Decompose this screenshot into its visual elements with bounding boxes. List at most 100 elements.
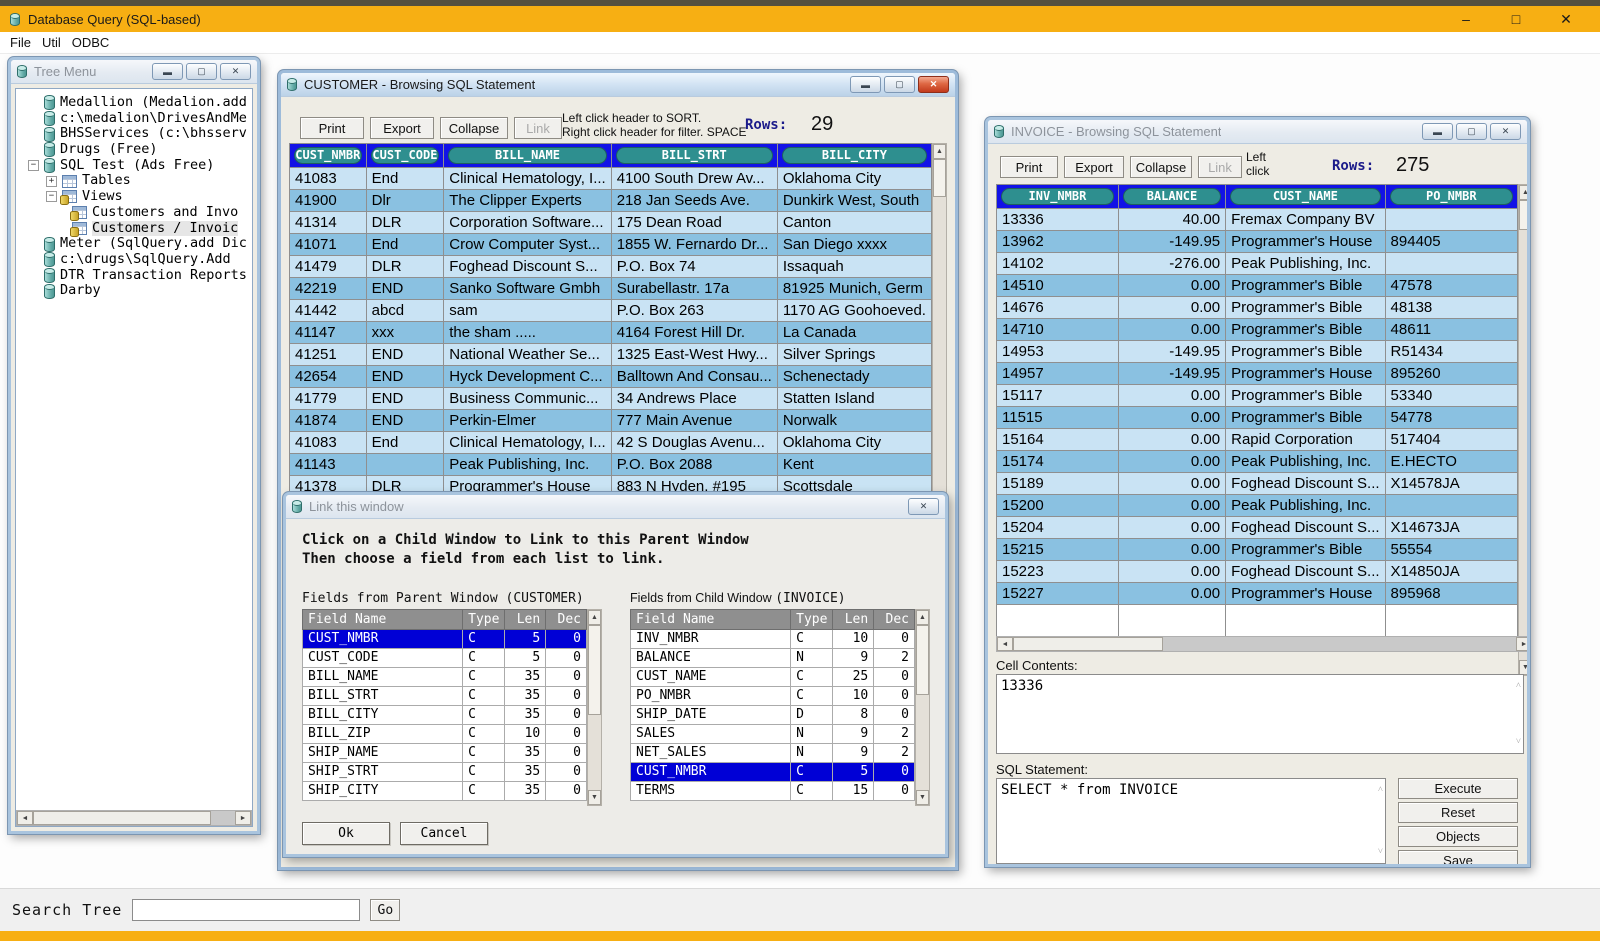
- cell[interactable]: 0.00: [1118, 539, 1225, 561]
- cell[interactable]: 0.00: [1118, 429, 1225, 451]
- field-row[interactable]: TERMS C 15 0: [631, 782, 915, 801]
- field-row[interactable]: BALANCE N 9 2: [631, 649, 915, 668]
- scroll-right-icon[interactable]: ►: [235, 811, 251, 825]
- field-dec[interactable]: 0: [874, 668, 915, 687]
- cell[interactable]: -149.95: [1118, 363, 1225, 385]
- cell[interactable]: Sanko Software Gmbh: [444, 278, 611, 300]
- field-type[interactable]: C: [463, 782, 505, 801]
- cell[interactable]: END: [366, 410, 444, 432]
- cell[interactable]: 0.00: [1118, 561, 1225, 583]
- cell[interactable]: 41083: [290, 432, 367, 454]
- cell[interactable]: End: [366, 234, 444, 256]
- cell[interactable]: 0.00: [1118, 517, 1225, 539]
- table-row[interactable]: 14957 -149.95 Programmer's House 895260: [997, 363, 1518, 385]
- cell[interactable]: Programmer's House: [1226, 231, 1385, 253]
- tree-item-customers-and-invoices[interactable]: Customers and Invo: [16, 205, 252, 221]
- cell[interactable]: P.O. Box 74: [611, 256, 777, 278]
- field-dec[interactable]: 0: [546, 630, 587, 649]
- field-row[interactable]: INV_NMBR C 10 0: [631, 630, 915, 649]
- scrollbar-thumb[interactable]: [1519, 200, 1527, 230]
- table-row[interactable]: 41779 END Business Communic... 34 Andrew…: [290, 388, 932, 410]
- column-header[interactable]: Len: [505, 610, 546, 630]
- column-header[interactable]: Type: [463, 610, 505, 630]
- go-button[interactable]: Go: [370, 899, 400, 921]
- cell[interactable]: xxx: [366, 322, 444, 344]
- cell[interactable]: 895260: [1385, 363, 1517, 385]
- tree-item-medalion-path[interactable]: c:\medalion\DrivesAndMe: [16, 111, 252, 127]
- scroll-up-icon[interactable]: ˄: [1378, 781, 1383, 799]
- field-dec[interactable]: 0: [546, 744, 587, 763]
- field-type[interactable]: C: [463, 706, 505, 725]
- cell[interactable]: 0.00: [1118, 451, 1225, 473]
- cell[interactable]: 4164 Forest Hill Dr.: [611, 322, 777, 344]
- maximize-button[interactable]: ▢: [1456, 123, 1487, 140]
- cell[interactable]: sam: [444, 300, 611, 322]
- field-name[interactable]: BILL_ZIP: [303, 725, 463, 744]
- cell[interactable]: Hyck Development C...: [444, 366, 611, 388]
- table-row[interactable]: 41071 End Crow Computer Syst... 1855 W. …: [290, 234, 932, 256]
- table-row[interactable]: 15174 0.00 Peak Publishing, Inc. E.HECTO: [997, 451, 1518, 473]
- field-dec[interactable]: 2: [874, 744, 915, 763]
- field-len[interactable]: 5: [505, 630, 546, 649]
- field-len[interactable]: 15: [833, 782, 874, 801]
- field-type[interactable]: C: [463, 725, 505, 744]
- cell[interactable]: 14957: [997, 363, 1119, 385]
- cell[interactable]: 55554: [1385, 539, 1517, 561]
- field-name[interactable]: NET_SALES: [631, 744, 791, 763]
- cell[interactable]: 0.00: [1118, 385, 1225, 407]
- field-len[interactable]: 10: [833, 630, 874, 649]
- field-name[interactable]: CUST_NAME: [631, 668, 791, 687]
- column-header[interactable]: PO_NMBR: [1385, 185, 1517, 209]
- scroll-down-icon[interactable]: ˅: [1516, 733, 1521, 751]
- column-header[interactable]: BILL_STRT: [611, 144, 777, 168]
- field-row[interactable]: NET_SALES N 9 2: [631, 744, 915, 763]
- table-row[interactable]: 15200 0.00 Peak Publishing, Inc.: [997, 495, 1518, 517]
- field-len[interactable]: 35: [505, 763, 546, 782]
- cell[interactable]: [366, 454, 444, 476]
- field-dec[interactable]: 0: [546, 725, 587, 744]
- cell[interactable]: END: [366, 344, 444, 366]
- cell[interactable]: 11515: [997, 407, 1119, 429]
- maximize-button[interactable]: ▢: [884, 76, 915, 93]
- tree-item-tables[interactable]: +Tables: [16, 173, 252, 189]
- field-len[interactable]: 9: [833, 744, 874, 763]
- cell[interactable]: End: [366, 432, 444, 454]
- cell[interactable]: Balltown And Consau...: [611, 366, 777, 388]
- cell[interactable]: 15223: [997, 561, 1119, 583]
- cell[interactable]: Programmer's Bible: [1226, 385, 1385, 407]
- field-len[interactable]: 5: [833, 763, 874, 782]
- cell[interactable]: 41779: [290, 388, 367, 410]
- reset-button[interactable]: Reset: [1398, 802, 1518, 823]
- table-row[interactable]: 41442 abcd sam P.O. Box 263 1170 AG Gooh…: [290, 300, 932, 322]
- cell[interactable]: 41147: [290, 322, 367, 344]
- cell[interactable]: 894405: [1385, 231, 1517, 253]
- table-row[interactable]: 11515 0.00 Programmer's Bible 54778: [997, 407, 1518, 429]
- close-button[interactable]: ✕: [918, 76, 949, 93]
- cell[interactable]: [1385, 495, 1517, 517]
- cell[interactable]: Fremax Company BV: [1226, 209, 1385, 231]
- cell[interactable]: Issaquah: [777, 256, 931, 278]
- field-row[interactable]: CUST_NMBR C 5 0: [303, 630, 587, 649]
- table-row[interactable]: 14953 -149.95 Programmer's Bible R51434: [997, 341, 1518, 363]
- cell[interactable]: 895968: [1385, 583, 1517, 605]
- cell[interactable]: Programmer's Bible: [1226, 407, 1385, 429]
- print-button[interactable]: Print: [300, 117, 364, 139]
- cell[interactable]: 54778: [1385, 407, 1517, 429]
- cell[interactable]: X14673JA: [1385, 517, 1517, 539]
- tree-menu-titlebar[interactable]: Tree Menu ▬ ▢ ✕: [11, 60, 257, 84]
- save-button[interactable]: Save: [1398, 850, 1518, 864]
- column-header[interactable]: Len: [833, 610, 874, 630]
- cell[interactable]: abcd: [366, 300, 444, 322]
- cell[interactable]: -276.00: [1118, 253, 1225, 275]
- field-row[interactable]: CUST_CODE C 5 0: [303, 649, 587, 668]
- field-name[interactable]: SALES: [631, 725, 791, 744]
- tree-item-meter[interactable]: Meter (SqlQuery.add Dic: [16, 236, 252, 252]
- tree-item-drugs-sqlquery[interactable]: c:\drugs\SqlQuery.Add: [16, 252, 252, 268]
- cell[interactable]: DLR: [366, 212, 444, 234]
- cell[interactable]: Programmer's Bible: [1226, 275, 1385, 297]
- cell[interactable]: 34 Andrews Place: [611, 388, 777, 410]
- cell[interactable]: Programmer's Bible: [1226, 539, 1385, 561]
- cell[interactable]: 0.00: [1118, 297, 1225, 319]
- cell[interactable]: Peak Publishing, Inc.: [1226, 451, 1385, 473]
- field-row[interactable]: BILL_NAME C 35 0: [303, 668, 587, 687]
